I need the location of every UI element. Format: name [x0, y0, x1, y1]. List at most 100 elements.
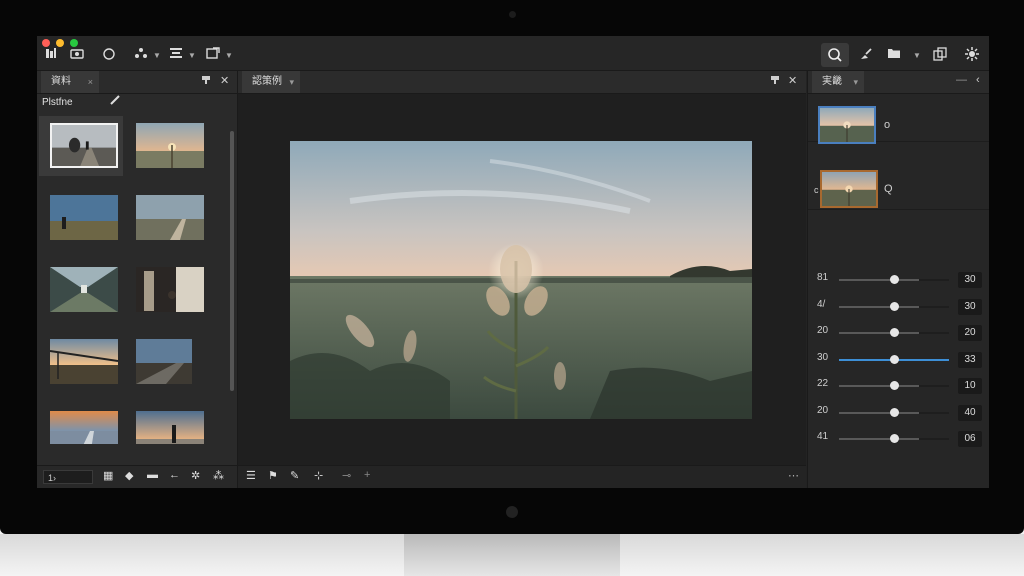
layout-icon[interactable] — [168, 46, 184, 64]
thumbnail-image — [136, 267, 204, 312]
more-options-icon[interactable]: ⋯ — [788, 469, 799, 482]
thumbnail-item[interactable] — [125, 116, 209, 176]
slider-handle[interactable] — [889, 407, 899, 417]
thumbnail-image — [50, 195, 118, 240]
chevron-down-icon[interactable]: ▾ — [853, 71, 858, 93]
export-icon[interactable] — [205, 46, 221, 64]
tab-viewer-label: 認策例 — [252, 76, 282, 87]
preview-before[interactable] — [818, 106, 876, 144]
slider-label: 20 — [817, 325, 829, 336]
slider-handle[interactable] — [889, 301, 899, 311]
thumbnail-grid — [37, 114, 229, 444]
search-button[interactable] — [821, 43, 849, 67]
slider-handle[interactable] — [889, 381, 899, 390]
layout-dropdown-caret[interactable]: ▼ — [188, 51, 196, 60]
preview-after-toggle[interactable]: Q — [884, 183, 893, 195]
toolbar: ▼ ▼ ▼ ▼ — [37, 36, 989, 71]
thumbnail-item[interactable] — [39, 188, 123, 248]
slider-value-field[interactable]: 20 — [958, 325, 982, 341]
brush-icon[interactable] — [857, 46, 875, 64]
slider-label: 20 — [817, 404, 829, 416]
camera-icon[interactable] — [69, 46, 85, 64]
slider-row: 20 40 — [808, 403, 989, 423]
tag-icon[interactable]: ◆ — [125, 469, 133, 482]
tab-library-label: 資料 — [51, 76, 71, 87]
slider-label: 22 — [817, 378, 829, 389]
people-icon[interactable] — [133, 46, 149, 64]
star-icon[interactable]: ✲ — [191, 469, 200, 482]
thumbnail-item[interactable] — [125, 260, 209, 320]
thumbnail-item[interactable] — [39, 404, 123, 444]
page-field[interactable]: 1› — [43, 470, 93, 484]
close-panel-icon[interactable]: ✕ — [220, 74, 229, 87]
library-panel: 資料 × ✕ Plstfne 1› ▦ ◆ ▬ ← ✲ ⁂ — [37, 71, 238, 488]
slider-row: 22 10 — [808, 376, 989, 396]
fit-icon[interactable]: ⊸ — [342, 469, 351, 482]
library-icon[interactable] — [43, 46, 59, 64]
slider-value-field[interactable]: 33 — [958, 351, 982, 368]
slider-label: 41 — [817, 431, 829, 442]
minimize-panel-icon[interactable]: — — [956, 74, 967, 86]
copy-icon[interactable] — [931, 46, 949, 64]
adjustments-panel-header: 実畿 ▾ — ‹ — [808, 71, 989, 94]
preview-after-side-label: c — [814, 185, 819, 195]
chevron-down-icon[interactable]: ▾ — [289, 71, 294, 93]
slider-handle[interactable] — [889, 328, 899, 337]
slider-value-field[interactable]: 30 — [958, 272, 982, 288]
thumbnail-image — [136, 411, 204, 444]
slider-row: 4/30 — [808, 297, 989, 317]
folder-icon[interactable] — [885, 46, 903, 64]
slider-value-field[interactable]: 40 — [958, 404, 982, 421]
slider-value-field[interactable]: 06 — [958, 431, 982, 447]
thumbnail-item[interactable] — [125, 188, 209, 248]
more-icon[interactable]: ⁂ — [213, 469, 224, 482]
slider-handle[interactable] — [889, 275, 899, 284]
pin-icon[interactable] — [770, 75, 780, 88]
preview-after[interactable] — [820, 170, 878, 208]
close-icon[interactable]: × — [88, 71, 93, 93]
settings-icon[interactable] — [963, 46, 981, 64]
close-panel-icon[interactable]: ✕ — [788, 74, 797, 87]
tab-adjust[interactable]: 実畿 ▾ — [812, 71, 864, 93]
list-icon[interactable]: ☰ — [246, 469, 256, 482]
thumbnail-item-selected[interactable] — [39, 116, 123, 176]
folder-icon[interactable]: ▬ — [147, 469, 158, 481]
tab-viewer[interactable]: 認策例 ▾ — [242, 71, 300, 93]
collapse-panel-icon[interactable]: ‹ — [976, 74, 980, 86]
thumbnail-image — [50, 123, 118, 168]
brush-icon[interactable]: ✎ — [290, 469, 299, 482]
export-dropdown-caret[interactable]: ▼ — [225, 51, 233, 60]
circle-icon[interactable] — [101, 46, 117, 64]
pin-icon[interactable] — [201, 75, 211, 88]
thumbnail-image — [50, 267, 118, 312]
thumbnail-item[interactable] — [39, 260, 123, 320]
search-icon — [828, 48, 842, 62]
thumbnail-image — [50, 411, 118, 444]
viewer-panel-header: 認策例 ▾ ✕ — [238, 71, 806, 94]
people-dropdown-caret[interactable]: ▼ — [153, 51, 161, 60]
thumbnail-image — [136, 123, 204, 168]
folder-dropdown-caret[interactable]: ▼ — [913, 51, 921, 60]
preview-before-toggle[interactable]: o — [884, 119, 890, 131]
collection-label: Plstfne — [42, 97, 73, 108]
thumbnail-image — [136, 195, 204, 240]
slider-handle[interactable] — [889, 354, 899, 364]
back-arrow-icon[interactable]: ← — [169, 469, 180, 481]
thumbnail-scrollbar[interactable] — [230, 131, 234, 391]
crop-icon[interactable]: ⊹ — [314, 469, 323, 482]
slider-value-field[interactable]: 30 — [958, 298, 982, 315]
thumbnail-item[interactable] — [125, 332, 209, 392]
zoom-icon[interactable]: + — [364, 469, 370, 481]
viewer-panel: 認策例 ▾ ✕ ☰ ⚑ ✎ ⊹ ⊸ + ⋯ — [238, 71, 806, 488]
thumbnail-item[interactable] — [39, 332, 123, 392]
adjustments-panel: 実畿 ▾ — ‹ o c Q 81 30 4/30 20 20 30 33 22 1 — [807, 71, 989, 488]
slider-value-field[interactable]: 10 — [958, 378, 982, 394]
edit-icon[interactable] — [109, 94, 121, 113]
tab-library[interactable]: 資料 × — [41, 71, 99, 93]
viewer-bottom-bar: ☰ ⚑ ✎ ⊹ ⊸ + ⋯ — [238, 465, 806, 488]
grid-icon[interactable]: ▦ — [103, 469, 113, 482]
flag-icon[interactable]: ⚑ — [268, 469, 278, 482]
slider-handle[interactable] — [889, 434, 899, 443]
divider — [808, 209, 989, 210]
thumbnail-item[interactable] — [125, 404, 209, 444]
